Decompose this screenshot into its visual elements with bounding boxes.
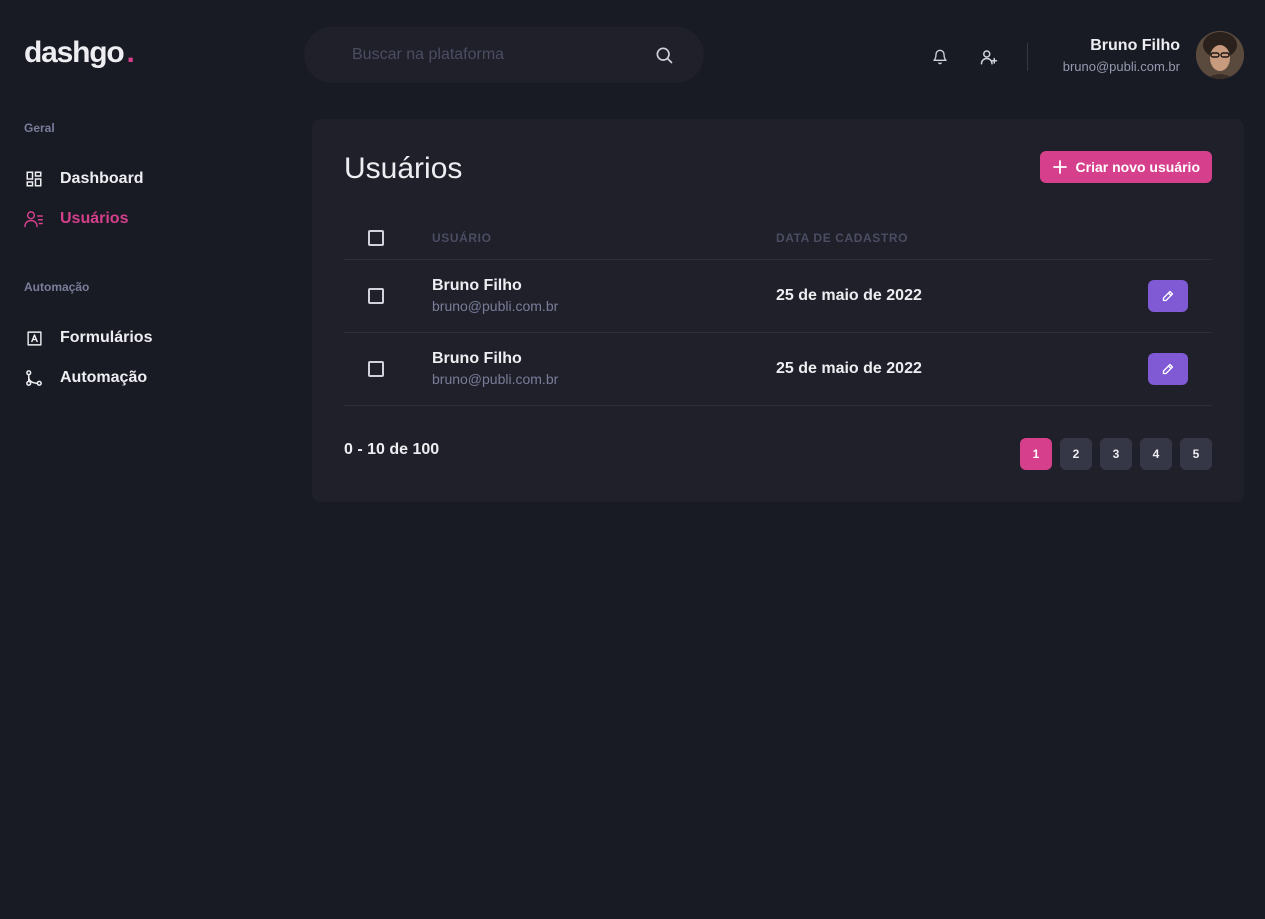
search-input[interactable] bbox=[352, 46, 654, 64]
users-icon bbox=[24, 209, 44, 229]
search-bar[interactable] bbox=[304, 27, 704, 83]
sidebar-item-forms[interactable]: Formulários bbox=[24, 328, 264, 348]
sidebar-section-title: Geral bbox=[24, 121, 55, 135]
plus-icon bbox=[1052, 159, 1068, 175]
table-row: Bruno Filho bruno@publi.com.br 25 de mai… bbox=[344, 259, 1212, 333]
brand-dot: . bbox=[126, 36, 134, 69]
search-icon[interactable] bbox=[654, 45, 674, 65]
git-merge-icon bbox=[24, 368, 44, 388]
user-email: bruno@publi.com.br bbox=[432, 298, 559, 314]
header-actions bbox=[928, 43, 1028, 71]
page-button-5[interactable]: 5 bbox=[1180, 438, 1212, 470]
sidebar-item-label: Automação bbox=[60, 369, 148, 386]
sidebar-item-dashboard[interactable]: Dashboard bbox=[24, 169, 264, 189]
header-divider bbox=[1027, 43, 1028, 71]
page-button-2[interactable]: 2 bbox=[1060, 438, 1092, 470]
edit-button[interactable] bbox=[1148, 352, 1188, 385]
user-name: Bruno Filho bbox=[432, 350, 522, 367]
sidebar-item-users[interactable]: Usuários bbox=[24, 209, 264, 229]
sidebar-section-title: Automação bbox=[24, 280, 90, 294]
sidebar-item-label: Formulários bbox=[60, 329, 153, 346]
sidebar-item-label: Usuários bbox=[60, 210, 129, 227]
users-card: Usuários Criar novo usuário Usuário Data… bbox=[312, 119, 1244, 502]
profile-name: Bruno Filho bbox=[1090, 37, 1180, 54]
sidebar: Geral Dashboard Usuários Automação Formu… bbox=[24, 121, 264, 408]
pagination-info: 0 - 10 de 100 bbox=[344, 441, 440, 458]
user-name: Bruno Filho bbox=[432, 277, 522, 294]
column-header-user: Usuário bbox=[432, 217, 776, 260]
pagination: 1 2 3 4 5 bbox=[1012, 438, 1212, 470]
create-user-label: Criar novo usuário bbox=[1075, 159, 1200, 175]
table-row: Bruno Filho bruno@publi.com.br 25 de mai… bbox=[344, 332, 1212, 406]
form-icon bbox=[24, 328, 44, 348]
dashboard-icon bbox=[24, 169, 44, 189]
page-title: Usuários bbox=[344, 152, 463, 185]
row-checkbox[interactable] bbox=[368, 360, 384, 377]
column-header-date: Data de cadastro bbox=[776, 217, 1080, 260]
page-button-3[interactable]: 3 bbox=[1100, 438, 1132, 470]
page-button-1[interactable]: 1 bbox=[1020, 438, 1052, 470]
users-table: Usuário Data de cadastro Bruno Filho bru… bbox=[344, 217, 1212, 406]
page-button-4[interactable]: 4 bbox=[1140, 438, 1172, 470]
pencil-icon bbox=[1162, 363, 1174, 375]
user-email: bruno@publi.com.br bbox=[432, 371, 559, 387]
select-all-checkbox[interactable] bbox=[368, 229, 384, 246]
row-checkbox[interactable] bbox=[368, 287, 384, 304]
profile-email: bruno@publi.com.br bbox=[1062, 59, 1180, 74]
user-add-icon[interactable] bbox=[977, 45, 1001, 69]
brand-name: dashgo bbox=[24, 36, 125, 69]
profile-info: Bruno Filho bruno@publi.com.br bbox=[1063, 36, 1180, 75]
registration-date: 25 de maio de 2022 bbox=[776, 332, 1080, 406]
create-user-button[interactable]: Criar novo usuário bbox=[1039, 151, 1212, 183]
bell-icon[interactable] bbox=[928, 45, 952, 69]
edit-button[interactable] bbox=[1148, 279, 1188, 312]
sidebar-item-automation[interactable]: Automação bbox=[24, 368, 264, 388]
brand-logo[interactable]: dashgo. bbox=[24, 36, 135, 70]
table-header-row: Usuário Data de cadastro bbox=[344, 217, 1212, 260]
sidebar-item-label: Dashboard bbox=[60, 170, 144, 187]
registration-date: 25 de maio de 2022 bbox=[776, 259, 1080, 333]
pencil-icon bbox=[1162, 290, 1174, 302]
avatar[interactable] bbox=[1196, 31, 1244, 79]
